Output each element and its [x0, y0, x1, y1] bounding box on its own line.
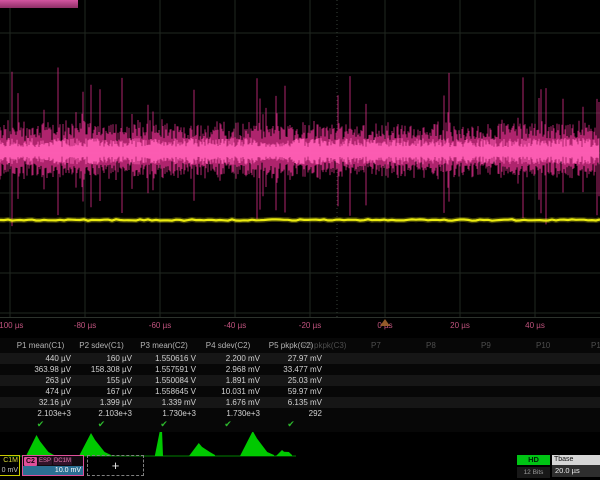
time-tick-label: -60 µs: [149, 321, 171, 330]
measure-value-cell: 32.16 µV: [10, 398, 71, 407]
timebase-descriptor[interactable]: Tbase 20.0 µs: [552, 455, 600, 477]
measure-value-cell: 10.031 mV: [196, 387, 260, 396]
c1-coupling-label: C1M: [0, 456, 19, 466]
trigger-position-marker[interactable]: [380, 319, 390, 326]
c2-coupling-badge: DC1M: [53, 457, 72, 465]
measure-value-cell: 1.676 mV: [196, 398, 260, 407]
add-trace-button[interactable]: +: [87, 455, 144, 476]
measure-status-check-icon: ✔: [287, 419, 295, 430]
measure-histicon: [26, 435, 54, 456]
channel-c1-descriptor[interactable]: C1M 0 mV: [0, 455, 20, 476]
measure-value-cell: 158.308 µV: [71, 365, 132, 374]
measure-value-cell: 1.399 µV: [71, 398, 132, 407]
measure-value-cell: 292: [260, 409, 322, 418]
c2-esp-badge: ESP: [38, 457, 52, 465]
measure-value-cell: 1.550084 V: [132, 376, 196, 385]
time-tick-label: 40 µs: [525, 321, 545, 330]
measure-histicon: [276, 450, 292, 456]
measure-status-check-icon: ✔: [37, 419, 45, 430]
time-tick-label: -100 µs: [0, 321, 23, 330]
measure-value-cell: 2.200 mV: [196, 354, 260, 363]
measure-value-cell: 6.135 mV: [260, 398, 322, 407]
measure-column-header[interactable]: P3 mean(C2): [140, 341, 188, 350]
measure-value-cell: 474 µV: [10, 387, 71, 396]
timebase-value: 20.0 µs: [552, 465, 600, 477]
measure-column-header-unused[interactable]: P9: [481, 341, 491, 350]
measure-value-cell: 167 µV: [71, 387, 132, 396]
measure-value-cell: 1.730e+3: [196, 409, 260, 418]
measure-value-cell: 263 µV: [10, 376, 71, 385]
measure-status-check-icon: ✔: [98, 419, 106, 430]
measure-histicon: [240, 431, 274, 456]
measure-column-header-unused[interactable]: P8: [426, 341, 436, 350]
measure-status-check-icon: ✔: [224, 419, 232, 430]
measure-value-cell: 1.339 mV: [132, 398, 196, 407]
measure-value-cell: 363.98 µV: [10, 365, 71, 374]
time-tick-label: -40 µs: [224, 321, 246, 330]
measure-value-cell: 2.103e+3: [10, 409, 71, 418]
c1-volts-per-div: 0 mV: [0, 466, 19, 476]
measure-value-cell: 1.891 mV: [196, 376, 260, 385]
time-tick-label: -20 µs: [299, 321, 321, 330]
time-tick-label: 20 µs: [450, 321, 470, 330]
cropped-magenta-banner: [0, 0, 78, 8]
measure-histicon: [189, 443, 215, 456]
channel-c2-descriptor[interactable]: C2 ESP DC1M 10.0 mV: [22, 455, 84, 476]
measure-value-cell: 440 µV: [10, 354, 71, 363]
measure-value-cell: 1.557591 V: [132, 365, 196, 374]
measure-value-cell: 2.103e+3: [71, 409, 132, 418]
measure-column-header[interactable]: P2 sdev(C1): [79, 341, 123, 350]
measure-value-cell: 27.97 mV: [260, 354, 322, 363]
measure-value-cell: 59.97 mV: [260, 387, 322, 396]
measure-histicon: [79, 433, 111, 456]
measure-value-cell: 25.03 mV: [260, 376, 322, 385]
plus-icon: +: [112, 458, 120, 473]
measure-column-header-unused[interactable]: P6 pkpk(C3): [302, 341, 346, 350]
measure-value-cell: 1.558645 V: [132, 387, 196, 396]
oscilloscope-screen: -100 µs-80 µs-60 µs-40 µs-20 µs0 µs20 µs…: [0, 0, 600, 480]
measure-value-cell: 1.730e+3: [132, 409, 196, 418]
measure-column-header-unused[interactable]: P10: [536, 341, 550, 350]
measure-column-header-unused[interactable]: P7: [371, 341, 381, 350]
measure-value-cell: 155 µV: [71, 376, 132, 385]
measure-histicon: [155, 430, 169, 456]
measure-column-header[interactable]: P1 mean(C1): [17, 341, 65, 350]
measurement-table: P1 mean(C1) P2 sdev(C1) P3 mean(C2) P4 sdev…: [0, 338, 600, 432]
c2-volts-per-div: 10.0 mV: [23, 466, 83, 475]
measure-column-header-unused[interactable]: P11: [591, 341, 600, 350]
c2-noise-trace-core: [0, 138, 599, 165]
hd-mode-badge: HD: [517, 455, 550, 465]
measure-value-cell: 160 µV: [71, 354, 132, 363]
bit-resolution-label: 12 Bits: [517, 467, 550, 478]
measure-column-header[interactable]: P4 sdev(C2): [206, 341, 250, 350]
time-tick-label: -80 µs: [74, 321, 96, 330]
c2-channel-badge: C2: [24, 457, 37, 466]
measure-value-cell: 2.968 mV: [196, 365, 260, 374]
measure-status-check-icon: ✔: [160, 419, 168, 430]
timebase-label: Tbase: [552, 455, 600, 465]
measure-value-cell: 1.550616 V: [132, 354, 196, 363]
measure-value-cell: 33.477 mV: [260, 365, 322, 374]
c1-flat-trace: [0, 219, 600, 220]
